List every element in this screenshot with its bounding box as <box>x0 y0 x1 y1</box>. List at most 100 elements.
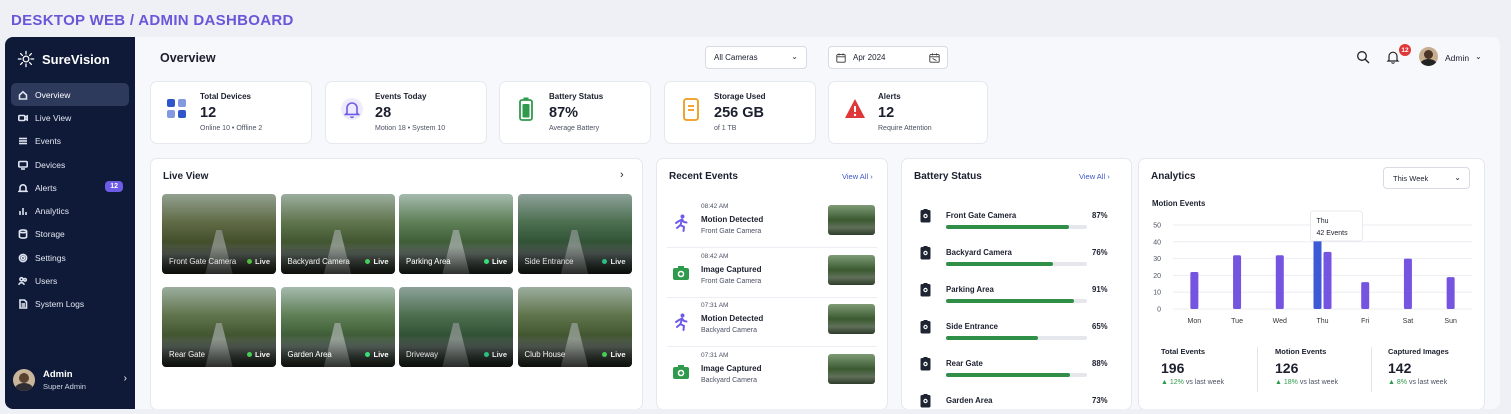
sidebar-item-analytics[interactable]: Analytics <box>11 199 129 222</box>
kpi-delta-up: ▲ 8% <box>1388 379 1407 386</box>
camera-tile-club-house[interactable]: Club House Live <box>517 287 632 367</box>
kpi-delta-suffix: vs last week <box>1299 379 1338 386</box>
stat-sub: of 1 TB <box>714 125 736 132</box>
camera-name: Side Entrance <box>524 257 574 266</box>
sidebar-user-role: Super Admin <box>43 382 86 391</box>
stat-value: 87% <box>549 105 579 121</box>
bar-wed[interactable] <box>1275 255 1284 309</box>
bar-sat[interactable] <box>1403 258 1412 309</box>
live-indicator: Live <box>483 257 507 266</box>
camera-select[interactable]: All Cameras ⌄ <box>705 46 807 69</box>
battery-track <box>946 299 1087 303</box>
event-thumbnail[interactable] <box>828 304 875 334</box>
bar-mon[interactable] <box>1190 272 1199 309</box>
sidebar-item-live-view[interactable]: Live View <box>11 106 129 129</box>
brand[interactable]: SureVision <box>17 50 110 68</box>
calendar-range-icon[interactable] <box>929 53 940 63</box>
stat-card-total-devices[interactable]: Total Devices 12 Online 10 • Offline 2 <box>150 81 312 144</box>
search-icon[interactable] <box>1356 50 1370 64</box>
stat-card-storage-used[interactable]: Storage Used 256 GB of 1 TB <box>664 81 816 144</box>
event-name: Image Captured <box>701 363 762 373</box>
event-row[interactable]: 07:31 AM Image Captured Backyard Camera <box>657 349 887 397</box>
battery-row[interactable]: Front Gate Camera 87% <box>902 202 1132 239</box>
header-avatar[interactable] <box>1419 47 1438 66</box>
camera-tile-garden-area[interactable]: Garden Area Live <box>280 287 395 367</box>
chevron-down-icon[interactable]: ⌄ <box>1475 52 1482 61</box>
live-dot-icon <box>483 352 489 357</box>
camera-tile-parking-area[interactable]: Parking Area Live <box>399 194 513 274</box>
event-row[interactable]: 08:42 AM Image Captured Front Gate Camera <box>657 250 887 298</box>
divider <box>667 296 877 298</box>
bar-fri[interactable] <box>1361 282 1370 309</box>
battery-row[interactable]: Rear Gate 88% <box>902 350 1132 387</box>
kpi-delta-suffix: vs last week <box>1185 379 1224 386</box>
x-tick-label: Mon <box>1188 318 1202 325</box>
sidebar-item-label: Live View <box>35 112 72 123</box>
stat-value: 256 GB <box>714 105 764 121</box>
sidebar-user[interactable]: Admin Super Admin › <box>13 365 131 395</box>
live-indicator: Live <box>246 257 270 266</box>
event-row[interactable]: 08:42 AM Motion Detected Front Gate Camera <box>657 200 887 248</box>
battery-row[interactable]: Parking Area 91% <box>902 276 1132 313</box>
camera-tile-front-gate-camera[interactable]: Front Gate Camera Live <box>162 194 276 274</box>
bar-thu[interactable] <box>1313 238 1322 309</box>
sidebar-item-label: Devices <box>35 159 66 170</box>
bar-tue[interactable] <box>1233 255 1242 309</box>
sidebar-item-users[interactable]: Users <box>11 269 129 292</box>
battery-percent: 65% <box>1092 322 1108 331</box>
storage-icon <box>683 98 699 121</box>
kpi-value: 196 <box>1161 360 1185 376</box>
bar-thu-secondary[interactable] <box>1323 251 1332 309</box>
event-thumbnail[interactable] <box>828 254 875 285</box>
camera-device-icon <box>920 357 931 371</box>
stat-card-battery-status[interactable]: Battery Status 87% Average Battery <box>499 81 651 144</box>
battery-fill <box>946 262 1054 266</box>
sidebar-item-overview[interactable]: Overview <box>11 83 129 107</box>
camera-tile-rear-gate[interactable]: Rear Gate Live <box>162 287 276 367</box>
battery-device-name: Backyard Camera <box>946 248 1012 257</box>
chevron-down-icon: ⌄ <box>791 52 798 61</box>
sidebar-item-system-logs[interactable]: System Logs <box>11 293 129 316</box>
battery-fill <box>946 299 1075 303</box>
tooltip-value: 42 Events <box>1317 230 1349 237</box>
event-time: 08:42 AM <box>701 203 729 210</box>
event-thumbnail[interactable] <box>828 353 875 384</box>
stat-sub-primary: of 1 TB <box>714 125 737 132</box>
camera-name: Rear Gate <box>169 350 205 359</box>
sidebar-item-alerts[interactable]: Alerts 12 <box>11 176 129 199</box>
stat-card-events-today[interactable]: Events Today 28 Motion 18 • System 10 <box>325 81 487 144</box>
x-tick-label: Tue <box>1231 318 1243 325</box>
y-tick-label: 30 <box>1153 256 1161 263</box>
chevron-right-icon[interactable]: › <box>124 373 127 384</box>
sidebar-item-devices[interactable]: Devices <box>11 153 129 176</box>
stat-card-alerts[interactable]: Alerts 12 Require Attention <box>828 81 988 144</box>
camera-tile-side-entrance[interactable]: Side Entrance Live <box>517 194 632 274</box>
live-label: Live <box>610 350 626 359</box>
camera-device-icon <box>920 320 931 334</box>
notification-bell-icon[interactable] <box>1386 50 1400 64</box>
camera-select-value: All Cameras <box>714 53 758 62</box>
event-thumbnail[interactable] <box>828 205 875 235</box>
battery-view-all[interactable]: View All › <box>1079 172 1110 181</box>
battery-fill <box>946 336 1038 340</box>
sidebar-item-storage[interactable]: Storage <box>11 223 129 246</box>
running-person-icon <box>675 214 688 232</box>
date-picker[interactable]: Apr 2024 <box>828 46 948 69</box>
battery-row[interactable]: Backyard Camera 76% <box>902 239 1132 276</box>
battery-row[interactable]: Garden Area 73% <box>902 387 1132 409</box>
live-indicator: Live <box>602 257 626 266</box>
event-location: Front Gate Camera <box>701 228 762 235</box>
sidebar-item-events[interactable]: Events <box>11 130 129 153</box>
camera-tile-backyard-camera[interactable]: Backyard Camera Live <box>280 194 395 274</box>
sidebar-item-settings[interactable]: Settings <box>11 246 129 269</box>
bar-sun[interactable] <box>1446 277 1455 309</box>
camera-icon <box>673 364 689 379</box>
stat-value: 12 <box>200 105 217 121</box>
event-row[interactable]: 07:31 AM Motion Detected Backyard Camera <box>657 299 887 347</box>
kpi-delta-up: ▲ 12% <box>1161 379 1184 386</box>
battery-row[interactable]: Side Entrance 65% <box>902 313 1132 350</box>
camera-tile-driveway[interactable]: Driveway Live <box>399 287 513 367</box>
header-user-label[interactable]: Admin <box>1445 53 1469 63</box>
recent-events-view-all[interactable]: View All › <box>842 172 873 181</box>
chevron-right-icon[interactable]: › <box>620 169 624 181</box>
